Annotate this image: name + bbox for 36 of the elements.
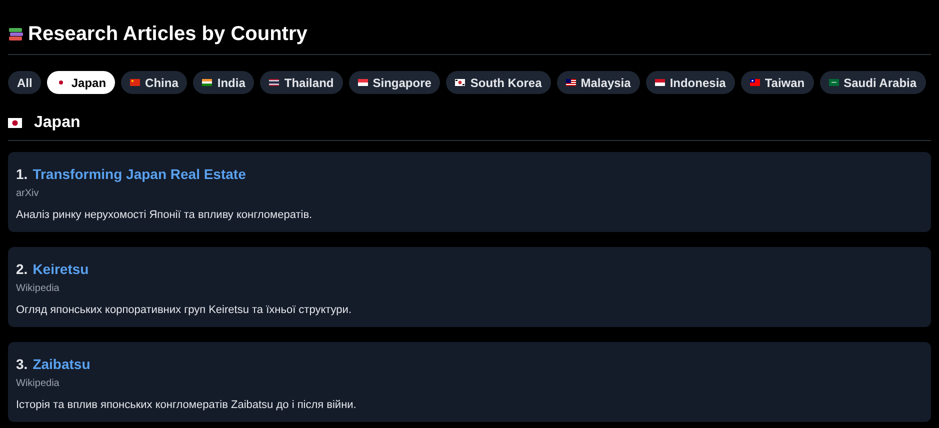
country-filter-chip[interactable]: Singapore (348, 71, 440, 94)
flag-icon (654, 79, 665, 86)
article-source: Wikipedia (16, 282, 60, 296)
flag-icon (269, 79, 280, 86)
country-filter-chip[interactable]: Thailand (260, 71, 343, 94)
country-filter-chip[interactable]: Taiwan (740, 71, 814, 94)
books-icon (8, 26, 24, 42)
article-number: 3. (16, 355, 28, 374)
section-heading: Japan (34, 113, 80, 133)
article-summary: Історія та вплив японських конгломератів Zaibatsu до і після війни. (16, 398, 358, 413)
country-filter-chip[interactable]: China (121, 71, 188, 94)
country-filter-chip[interactable]: India (193, 71, 254, 94)
article-number: 2. (16, 260, 28, 279)
country-filter-chip[interactable]: Saudi Arabia (820, 71, 926, 94)
flag-icon (750, 79, 760, 86)
article-summary: Огляд японських корпоративних груп Keiretsu та їхньої структури. (16, 303, 352, 318)
country-filter-chip[interactable]: Indonesia (646, 71, 735, 94)
article-source: Wikipedia (16, 377, 60, 391)
flag-icon (8, 118, 22, 128)
flag-icon (455, 79, 466, 86)
flag-icon (202, 79, 212, 86)
article-number: 1. (16, 165, 28, 184)
country-filter-chip[interactable]: Malaysia (556, 71, 640, 94)
country-filter-chip[interactable]: Japan (47, 71, 116, 94)
flag-icon (828, 79, 839, 86)
article-title-link[interactable]: Zaibatsu (32, 354, 90, 374)
article-summary: Аналіз ринку нерухомості Японії та впливу конгломератів. (16, 208, 314, 223)
page-title: Research Articles by Country (28, 22, 308, 46)
article-title-link[interactable]: Transforming Japan Real Estate (32, 164, 246, 184)
flag-icon (358, 79, 368, 86)
country-filter-chip[interactable]: South Korea (446, 71, 551, 94)
flag-icon (566, 79, 576, 86)
flag-icon (130, 79, 140, 86)
country-filter-chip[interactable]: All (8, 71, 42, 94)
article-title-link[interactable]: Keiretsu (32, 259, 89, 279)
article-source: arXiv (16, 187, 40, 201)
